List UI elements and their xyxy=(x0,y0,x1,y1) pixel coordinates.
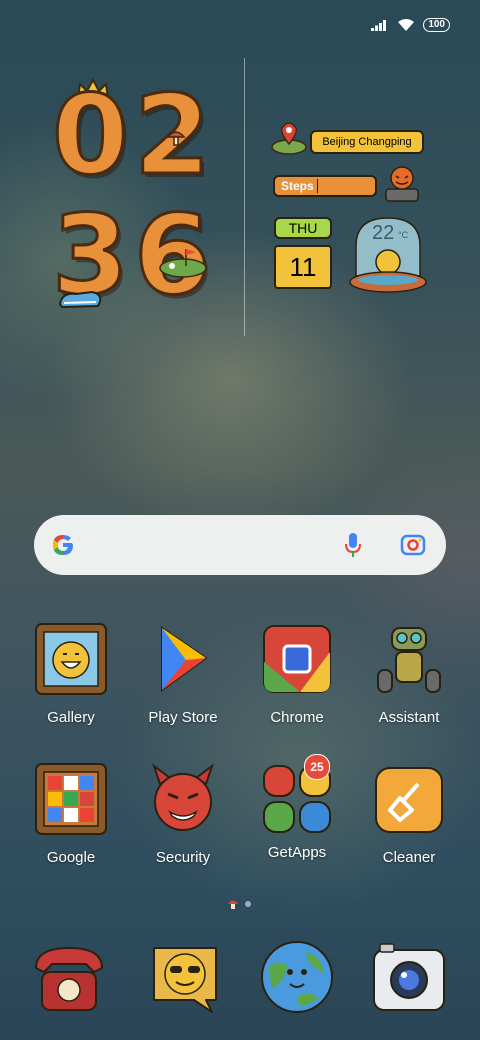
gallery-icon xyxy=(35,623,107,695)
cleaner-broom-icon xyxy=(375,767,443,833)
battery-indicator: 100 xyxy=(423,18,450,32)
app-gallery[interactable]: Gallery xyxy=(16,622,126,726)
search-bar[interactable] xyxy=(34,515,446,575)
notification-badge: 25 xyxy=(304,754,330,780)
security-devil-icon xyxy=(152,763,214,831)
app-chrome[interactable]: Chrome xyxy=(242,622,352,726)
dock-phone-icon[interactable] xyxy=(30,938,108,1016)
app-security[interactable]: Security xyxy=(128,762,238,866)
location-label: Beijing Changping xyxy=(310,130,424,154)
app-label: Play Store xyxy=(148,709,218,726)
signal-icon xyxy=(371,20,387,31)
date-text: 11 xyxy=(289,251,317,282)
page-dot xyxy=(245,901,251,907)
temperature-unit: °C xyxy=(398,230,409,240)
widget-divider xyxy=(244,58,245,336)
pumpkin-runner-icon xyxy=(385,166,419,202)
microphone-icon[interactable] xyxy=(344,532,362,558)
date-badge: 11 xyxy=(274,245,332,289)
app-label: Google xyxy=(46,849,96,866)
location-text: Beijing Changping xyxy=(322,136,412,148)
app-google[interactable]: Google xyxy=(16,762,126,866)
assistant-robot-icon xyxy=(377,627,441,693)
steps-label: Steps xyxy=(281,179,314,193)
mushroom-icon xyxy=(166,131,186,146)
app-label: Gallery xyxy=(47,709,95,726)
status-bar: 100 xyxy=(371,18,450,32)
shoe-icon xyxy=(58,290,102,309)
day-text: THU xyxy=(288,220,318,236)
app-label: Chrome xyxy=(270,709,324,726)
app-label: GetApps xyxy=(267,844,327,861)
page-indicator xyxy=(227,898,251,910)
app-getapps[interactable]: 25 GetApps xyxy=(242,754,352,861)
app-assistant[interactable]: Assistant xyxy=(354,622,464,726)
current-page-mushroom-icon xyxy=(228,900,238,909)
app-cleaner[interactable]: Cleaner xyxy=(354,762,464,866)
temperature-value: 22 xyxy=(372,222,395,244)
app-play-store[interactable]: Play Store xyxy=(128,622,238,726)
dock-camera-icon[interactable] xyxy=(370,938,448,1016)
play-store-icon xyxy=(161,626,208,692)
lens-camera-icon[interactable] xyxy=(400,532,426,558)
steps-progress-marker xyxy=(316,179,318,193)
weather-globe: 22 °C xyxy=(348,214,428,296)
google-folder-icon xyxy=(35,763,107,835)
day-badge: THU xyxy=(274,217,332,239)
app-label: Security xyxy=(155,849,211,866)
golf-flag-icon xyxy=(159,249,207,278)
clock-hour-tens: 0 xyxy=(51,71,131,199)
dock-messages-icon[interactable] xyxy=(146,938,224,1016)
chrome-icon xyxy=(263,625,331,693)
wifi-icon xyxy=(398,19,415,31)
app-label: Cleaner xyxy=(382,849,436,866)
app-label: Assistant xyxy=(378,709,440,726)
steps-bar: Steps xyxy=(273,175,377,197)
google-logo-icon xyxy=(53,535,73,555)
dock-browser-globe-icon[interactable] xyxy=(258,938,336,1016)
map-pin-icon xyxy=(271,122,307,155)
